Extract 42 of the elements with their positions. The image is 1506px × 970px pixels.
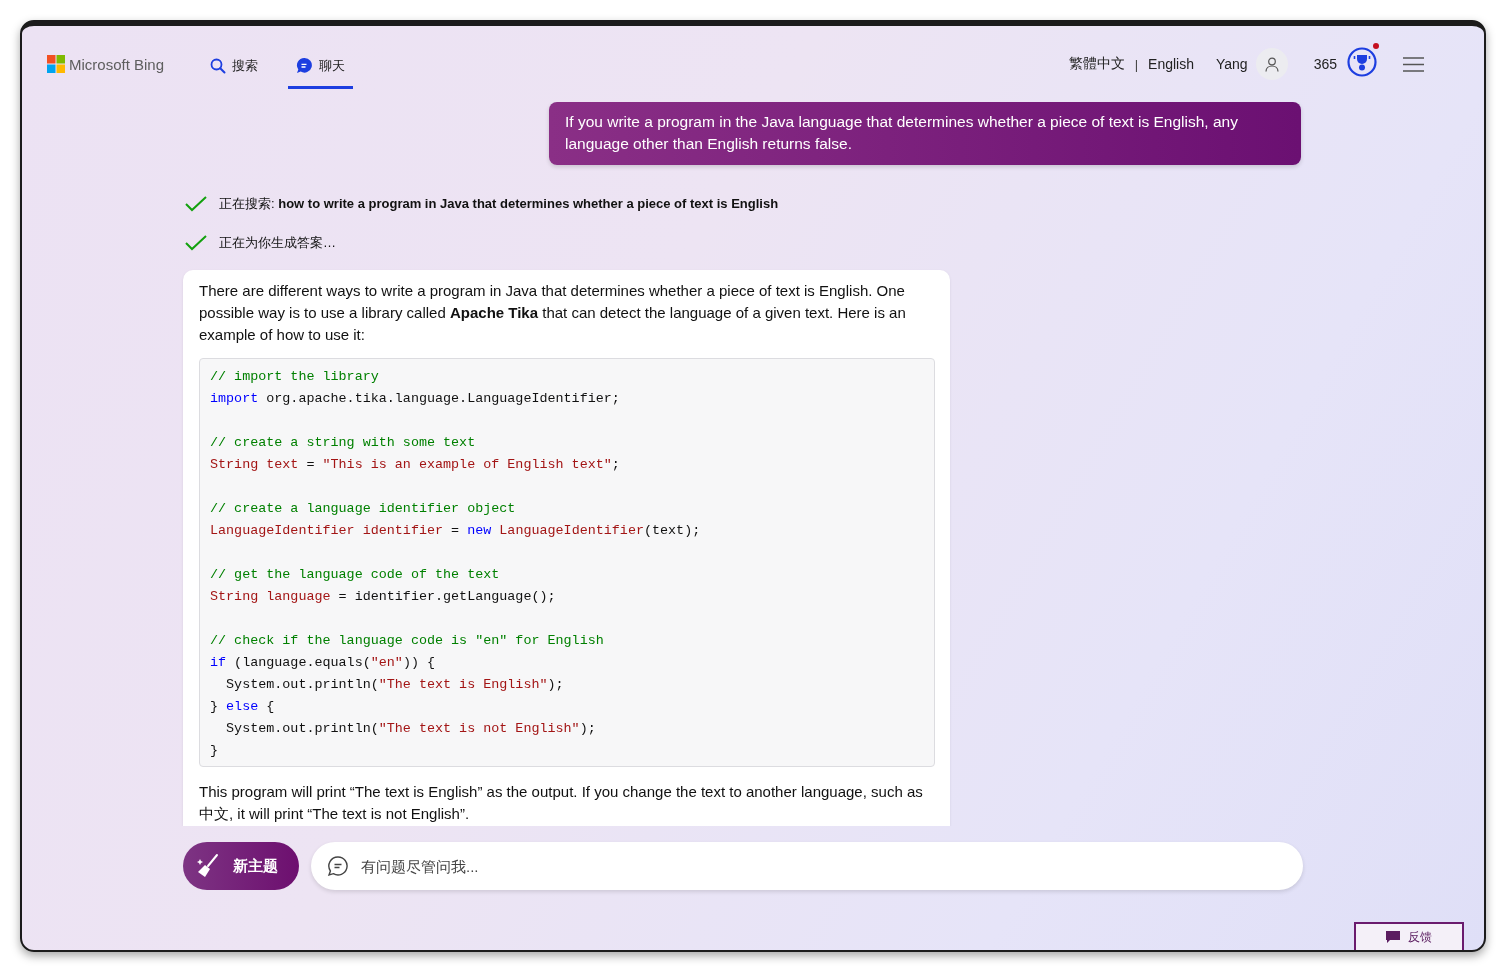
- broom-icon: [195, 853, 221, 879]
- menu-icon: [1403, 56, 1424, 72]
- code-line: System.out.println("The text is not English");: [225, 719, 597, 738]
- person-icon: [1264, 56, 1279, 72]
- speech-bubble-icon: [1386, 931, 1400, 943]
- menu-button[interactable]: [1403, 56, 1424, 72]
- answer-text: This program will print “The text is English” as the output. If you change the text to another language, such as 中文, it will print “The text is not English”.: [199, 781, 924, 824]
- nav-tab[interactable]: 聊天: [288, 45, 354, 89]
- trophy-icon[interactable]: [1347, 47, 1377, 77]
- feedback-button[interactable]: 反馈: [1354, 922, 1464, 950]
- search-icon: [210, 57, 227, 74]
- language-link[interactable]: English: [1148, 56, 1194, 72]
- code-line: String text = "This is an example of English text";: [210, 455, 621, 474]
- answer-text: There are different ways to write a program in Java that determines whether a piece of text is English. One possible way is to use a library called Apache Tika that can detect the language of a given text. Here is an example of how to use it:: [199, 280, 907, 345]
- user-message: If you write a program in the Java language that determines whether a piece of text is English, any language other than English returns false.: [549, 102, 1301, 165]
- code-line: // create a language identifier object: [210, 499, 517, 518]
- progress-step: 正在搜索: how to write a program in Java that determines whether a piece of text is English: [219, 194, 779, 213]
- chat-bubble-icon: [296, 57, 314, 74]
- progress-step: 正在为你生成答案…: [219, 234, 336, 253]
- chat-input[interactable]: 有问题尽管问我...: [359, 856, 1287, 876]
- code-line: String language = identifier.getLanguage();: [210, 587, 557, 606]
- code-line: // import the library: [210, 367, 380, 386]
- nav-tab[interactable]: 搜索: [202, 45, 267, 89]
- code-line: if (language.equals("en")) {: [210, 653, 437, 672]
- code-line: // create a string with some text: [210, 433, 477, 452]
- code-line: System.out.println("The text is English");: [225, 675, 565, 694]
- logo-icon: [47, 55, 65, 73]
- user-name[interactable]: Yang: [1215, 56, 1248, 72]
- language-separator: |: [1134, 56, 1139, 72]
- code-line: // check if the language code is "en" for English: [210, 631, 605, 650]
- code-line: } else {: [210, 697, 276, 716]
- chat-input-field[interactable]: 有问题尽管问我...: [311, 842, 1303, 890]
- code-line: import org.apache.tika.language.LanguageIdentifier;: [210, 389, 621, 408]
- new-topic-button[interactable]: 新主题: [183, 842, 299, 890]
- avatar-button[interactable]: [1255, 48, 1288, 80]
- code-line: LanguageIdentifier identifier = new LanguageIdentifier(text);: [210, 521, 702, 540]
- chat-bubble-icon: [327, 855, 349, 877]
- code-line: // get the language code of the text: [210, 565, 501, 584]
- language-link[interactable]: 繁體中文: [1068, 55, 1125, 73]
- brand-name: Microsoft Bing: [69, 55, 165, 73]
- points-count: 365: [1313, 56, 1337, 72]
- code-line: }: [210, 741, 220, 760]
